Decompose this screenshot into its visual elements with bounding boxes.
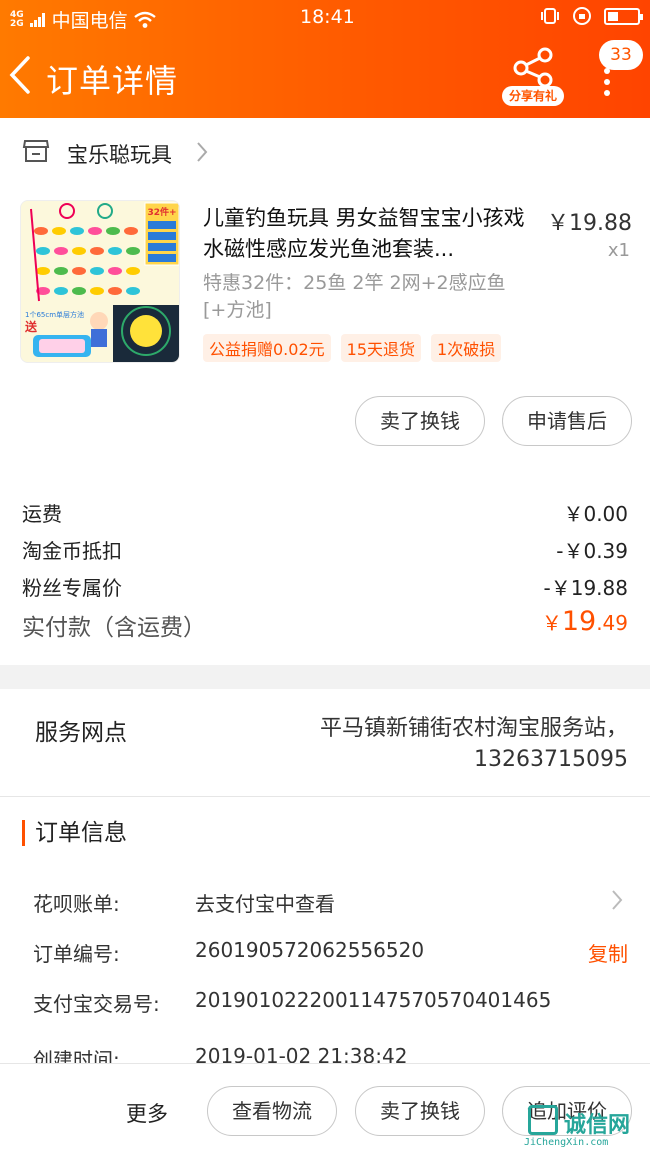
chevron-left-icon xyxy=(9,56,30,94)
tag-charity: 公益捐赠0.02元 xyxy=(203,334,331,362)
service-point-section: 服务网点 平马镇新铺街农村淘宝服务站， 13263715095 xyxy=(0,689,650,797)
more-button[interactable]: 更多 xyxy=(126,1098,168,1128)
page-title: 订单详情 xyxy=(46,62,179,100)
wifi-icon xyxy=(133,11,156,28)
chevron-right-icon xyxy=(197,142,208,162)
store-icon xyxy=(22,140,50,162)
product-sku: 特惠32件：25鱼 2竿 2网+2感应鱼[+方池] xyxy=(203,272,506,321)
info-value: 260190572062556520 xyxy=(195,938,425,962)
sell-button[interactable]: 卖了换钱 xyxy=(355,1086,485,1136)
fee-value: -￥19.88 xyxy=(543,576,628,600)
service-label: 服务网点 xyxy=(35,720,127,746)
fee-value: -￥0.39 xyxy=(556,539,628,563)
share-button[interactable]: 分享有礼 xyxy=(502,46,564,106)
info-value[interactable]: 去支付宝中查看 xyxy=(195,888,335,917)
view-logistics-button[interactable]: 查看物流 xyxy=(207,1086,337,1136)
fee-label: 淘金币抵扣 xyxy=(22,539,122,563)
product-title[interactable]: 儿童钓鱼玩具 男女益智宝宝小孩戏水磁性感应发光鱼池套装... xyxy=(203,203,528,265)
watermark-icon xyxy=(528,1105,558,1135)
fee-row-fan-price: 粉丝专属价 -￥19.88 xyxy=(22,572,628,601)
product-price: ￥19.88 xyxy=(547,211,632,236)
total-label: 实付款（含运费） xyxy=(22,615,206,641)
tag-return: 15天退货 xyxy=(340,334,422,362)
info-key: 花呗账单: xyxy=(33,892,120,916)
after-sale-button[interactable]: 申请售后 xyxy=(502,396,632,446)
shop-name[interactable]: 宝乐聪玩具 xyxy=(67,139,172,169)
status-right xyxy=(540,6,643,26)
network-type: 4G 2G xyxy=(10,9,24,29)
clock: 18:41 xyxy=(300,6,355,28)
product-quantity: x1 xyxy=(607,240,630,261)
app-header: 4G 2G 中国电信 18:41 订单详情 分享有礼 33 xyxy=(0,0,650,118)
section-divider xyxy=(0,665,650,689)
image-pool-text: 1个65cm单层方池 xyxy=(25,310,84,319)
service-address: 平马镇新铺街农村淘宝服务站， 13263715095 xyxy=(319,716,628,772)
image-promo-text: 送 xyxy=(24,319,38,334)
watermark-logo: 诚信网 JiChengXin.com xyxy=(524,1105,646,1149)
chevron-right-icon xyxy=(612,890,623,910)
fee-label: 粉丝专属价 xyxy=(22,576,122,600)
watermark-sub: JiChengXin.com xyxy=(524,1137,609,1148)
status-left: 4G 2G 中国电信 xyxy=(10,6,156,33)
status-bar: 4G 2G 中国电信 18:41 xyxy=(0,0,650,34)
fee-row-coins: 淘金币抵扣 -￥0.39 xyxy=(22,535,628,564)
fee-row-shipping: 运费 ￥0.00 xyxy=(22,498,628,527)
more-menu-button[interactable] xyxy=(600,68,614,98)
sell-item-button[interactable]: 卖了换钱 xyxy=(355,396,485,446)
rotation-lock-icon xyxy=(573,7,591,25)
share-label: 分享有礼 xyxy=(502,86,564,106)
vibrate-icon xyxy=(541,8,559,24)
toy-fishing-image: 32件+ 1个65cm单层方池 送 xyxy=(21,201,179,362)
back-button[interactable] xyxy=(8,52,42,98)
copy-button[interactable]: 复制 xyxy=(588,938,628,967)
info-key: 订单编号: xyxy=(33,942,120,966)
signal-icon xyxy=(29,12,46,27)
fee-label: 运费 xyxy=(22,502,62,526)
fee-value: ￥0.00 xyxy=(563,502,628,526)
message-badge[interactable]: 33 xyxy=(599,40,643,70)
watermark-text: 诚信网 xyxy=(564,1113,631,1138)
total-amount: ￥19.49 xyxy=(541,606,628,637)
tag-damage: 1次破损 xyxy=(431,334,502,362)
battery-icon xyxy=(604,7,643,25)
image-count-text: 32件+ xyxy=(147,206,176,218)
product-image[interactable]: 32件+ 1个65cm单层方池 送 xyxy=(20,200,180,363)
info-key: 支付宝交易号: xyxy=(33,992,160,1016)
bottom-action-bar: 更多 查看物流 卖了换钱 追加评价 诚信网 JiChengXin.com xyxy=(0,1063,650,1155)
carrier-name: 中国电信 xyxy=(51,10,128,32)
share-icon xyxy=(513,47,553,88)
shop-row[interactable]: 宝乐聪玩具 xyxy=(0,130,650,174)
order-info-title: 订单信息 xyxy=(22,820,127,846)
product-tags: 公益捐赠0.02元 15天退货 1次破损 xyxy=(203,334,502,362)
info-value: 2019010222001147570570401465 xyxy=(195,988,552,1012)
total-row: 实付款（含运费） ￥19.49 xyxy=(22,606,628,642)
